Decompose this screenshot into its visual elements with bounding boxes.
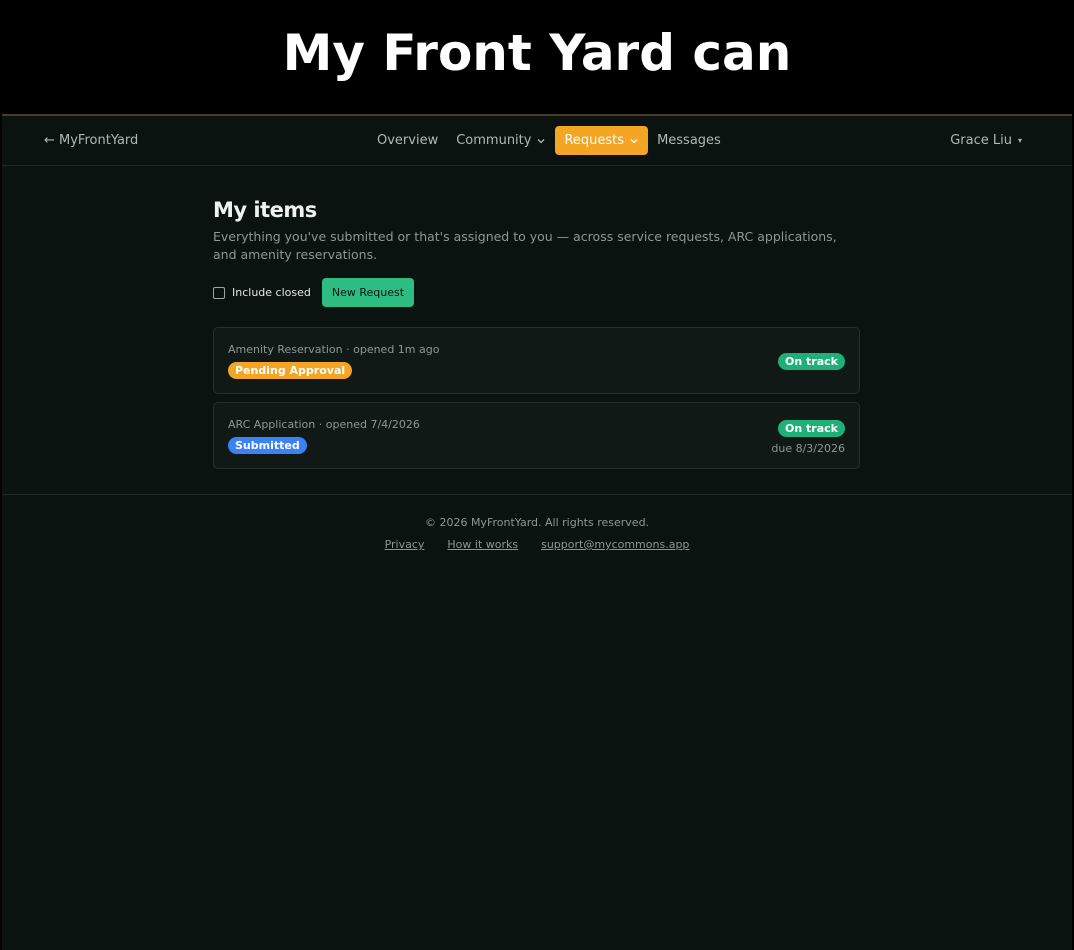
nav-menu: Overview Community Requests Messages — [368, 126, 730, 155]
footer-link-how-it-works[interactable]: How it works — [447, 538, 518, 551]
nav-item-messages[interactable]: Messages — [648, 126, 730, 155]
controls-row: Include closed New Request — [213, 278, 860, 307]
page-subtitle: Everything you've submitted or that's as… — [213, 229, 837, 262]
footer-copyright: © 2026 MyFrontYard. All rights reserved. — [424, 516, 650, 529]
chevron-down-icon — [630, 138, 638, 143]
brand-back-link[interactable]: ← MyFrontYard — [44, 133, 138, 148]
on-track-badge: On track — [778, 420, 845, 437]
footer-divider — [2, 494, 1072, 495]
on-track-badge: On track — [778, 353, 845, 370]
nav-item-requests[interactable]: Requests — [555, 126, 649, 155]
include-closed-checkbox[interactable] — [213, 286, 225, 299]
item-meta: ARC Application · opened 7/4/2026 — [228, 418, 420, 431]
item-meta: Amenity Reservation · opened 1m ago — [228, 343, 440, 356]
list-item[interactable]: Amenity Reservation · opened 1m ago Pend… — [213, 327, 860, 394]
chevron-down-icon — [538, 138, 545, 143]
user-name: Grace Liu — [950, 133, 1012, 148]
video-caption: My Front Yard can — [0, 0, 1074, 114]
footer: © 2026 MyFrontYard. All rights reserved.… — [2, 516, 1072, 551]
status-badge: Submitted — [228, 437, 307, 454]
footer-link-support-email[interactable]: support@mycommons.app — [541, 538, 689, 551]
app-window: ← MyFrontYard Overview Community Request… — [2, 114, 1072, 950]
nav-item-label: Messages — [657, 133, 721, 148]
footer-links: Privacy How it works support@mycommons.a… — [2, 538, 1072, 551]
status-badge: Pending Approval — [228, 362, 353, 379]
due-date: due 8/3/2026 — [771, 442, 845, 455]
top-nav: ← MyFrontYard Overview Community Request… — [2, 116, 1072, 166]
nav-item-community[interactable]: Community — [447, 126, 555, 155]
list-item[interactable]: ARC Application · opened 7/4/2026 Submit… — [213, 402, 860, 469]
user-menu[interactable]: Grace Liu ▾ — [950, 133, 1022, 148]
include-closed-label[interactable]: Include closed — [232, 286, 311, 299]
nav-item-overview[interactable]: Overview — [368, 126, 447, 155]
nav-item-label: Community — [456, 133, 532, 148]
nav-item-label: Requests — [564, 133, 625, 148]
new-request-button[interactable]: New Request — [321, 278, 415, 307]
footer-link-privacy[interactable]: Privacy — [385, 538, 425, 551]
nav-item-label: Overview — [377, 133, 439, 148]
main-content: My items Everything you've submitted or … — [213, 198, 860, 469]
caret-down-icon: ▾ — [1017, 136, 1022, 145]
page-title: My items — [213, 198, 317, 222]
